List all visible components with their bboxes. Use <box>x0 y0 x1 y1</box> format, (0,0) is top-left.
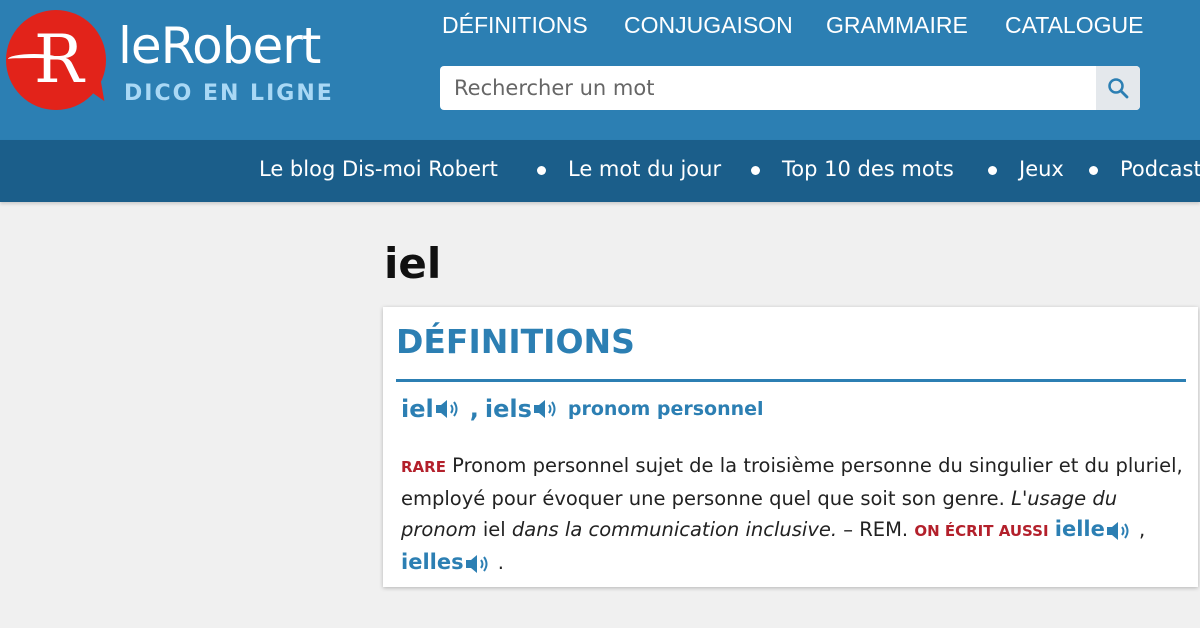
bullet-separator <box>751 166 760 175</box>
search-icon <box>1108 78 1129 99</box>
site-header: R leRobert DICO EN LIGNE DÉFINITIONS CON… <box>0 0 1200 140</box>
secondary-navigation: Le blog Dis-moi Robert Le mot du jour To… <box>0 140 1200 202</box>
subnav-jeux[interactable]: Jeux <box>1019 157 1064 181</box>
page-title: iel <box>384 239 442 288</box>
logo-letter: R <box>34 21 84 98</box>
example-word: iel <box>482 518 506 541</box>
definition-text: RARE Pronom personnel sujet de la troisi… <box>401 450 1191 578</box>
divider <box>396 379 1186 382</box>
bullet-separator <box>1089 166 1098 175</box>
subnav-mot-du-jour[interactable]: Le mot du jour <box>568 157 721 181</box>
search-button[interactable] <box>1096 66 1140 110</box>
variant-tag: ON ÉCRIT AUSSI <box>914 522 1049 540</box>
search-input[interactable] <box>440 66 1094 110</box>
search-bar <box>440 66 1140 110</box>
variant-link-ielle[interactable]: ielle <box>1055 517 1105 541</box>
section-heading: DÉFINITIONS <box>396 322 635 361</box>
headword-separator: , <box>469 395 479 423</box>
subnav-podcast[interactable]: Podcast <box>1120 157 1200 181</box>
top-navigation: DÉFINITIONS CONJUGAISON GRAMMAIRE CATALO… <box>442 12 1200 42</box>
subnav-top-10[interactable]: Top 10 des mots <box>782 157 954 181</box>
definition-end: . <box>497 551 504 574</box>
speaker-icon[interactable] <box>532 398 560 420</box>
headword: iel <box>401 395 434 423</box>
bullet-separator <box>537 166 546 175</box>
topnav-grammaire[interactable]: GRAMMAIRE <box>826 12 968 39</box>
headword-plural: iels <box>484 395 532 423</box>
logo-name: leRobert <box>118 17 321 75</box>
speaker-icon[interactable] <box>464 553 492 575</box>
definitions-card: DÉFINITIONS iel , iels pronom personnel R… <box>383 307 1198 587</box>
bullet-separator <box>988 166 997 175</box>
logo-subtitle: DICO EN LIGNE <box>124 81 334 106</box>
example-post: dans la communication inclusive. <box>511 518 838 541</box>
le-robert-logo[interactable]: R leRobert DICO EN LIGNE <box>6 10 336 110</box>
part-of-speech: pronom personnel <box>567 398 764 420</box>
variant-link-ielles[interactable]: ielles <box>401 550 464 574</box>
usage-tag: RARE <box>401 458 446 476</box>
speaker-icon[interactable] <box>1105 520 1133 542</box>
speaker-icon[interactable] <box>434 398 462 420</box>
topnav-conjugaison[interactable]: CONJUGAISON <box>624 12 793 39</box>
variant-separator: , <box>1139 518 1146 541</box>
remark-label: – REM. <box>843 518 909 541</box>
headword-line: iel , iels pronom personnel <box>401 395 764 427</box>
subnav-blog[interactable]: Le blog Dis-moi Robert <box>259 157 498 181</box>
topnav-catalogue[interactable]: CATALOGUE <box>1005 12 1143 39</box>
topnav-definitions[interactable]: DÉFINITIONS <box>442 12 588 39</box>
